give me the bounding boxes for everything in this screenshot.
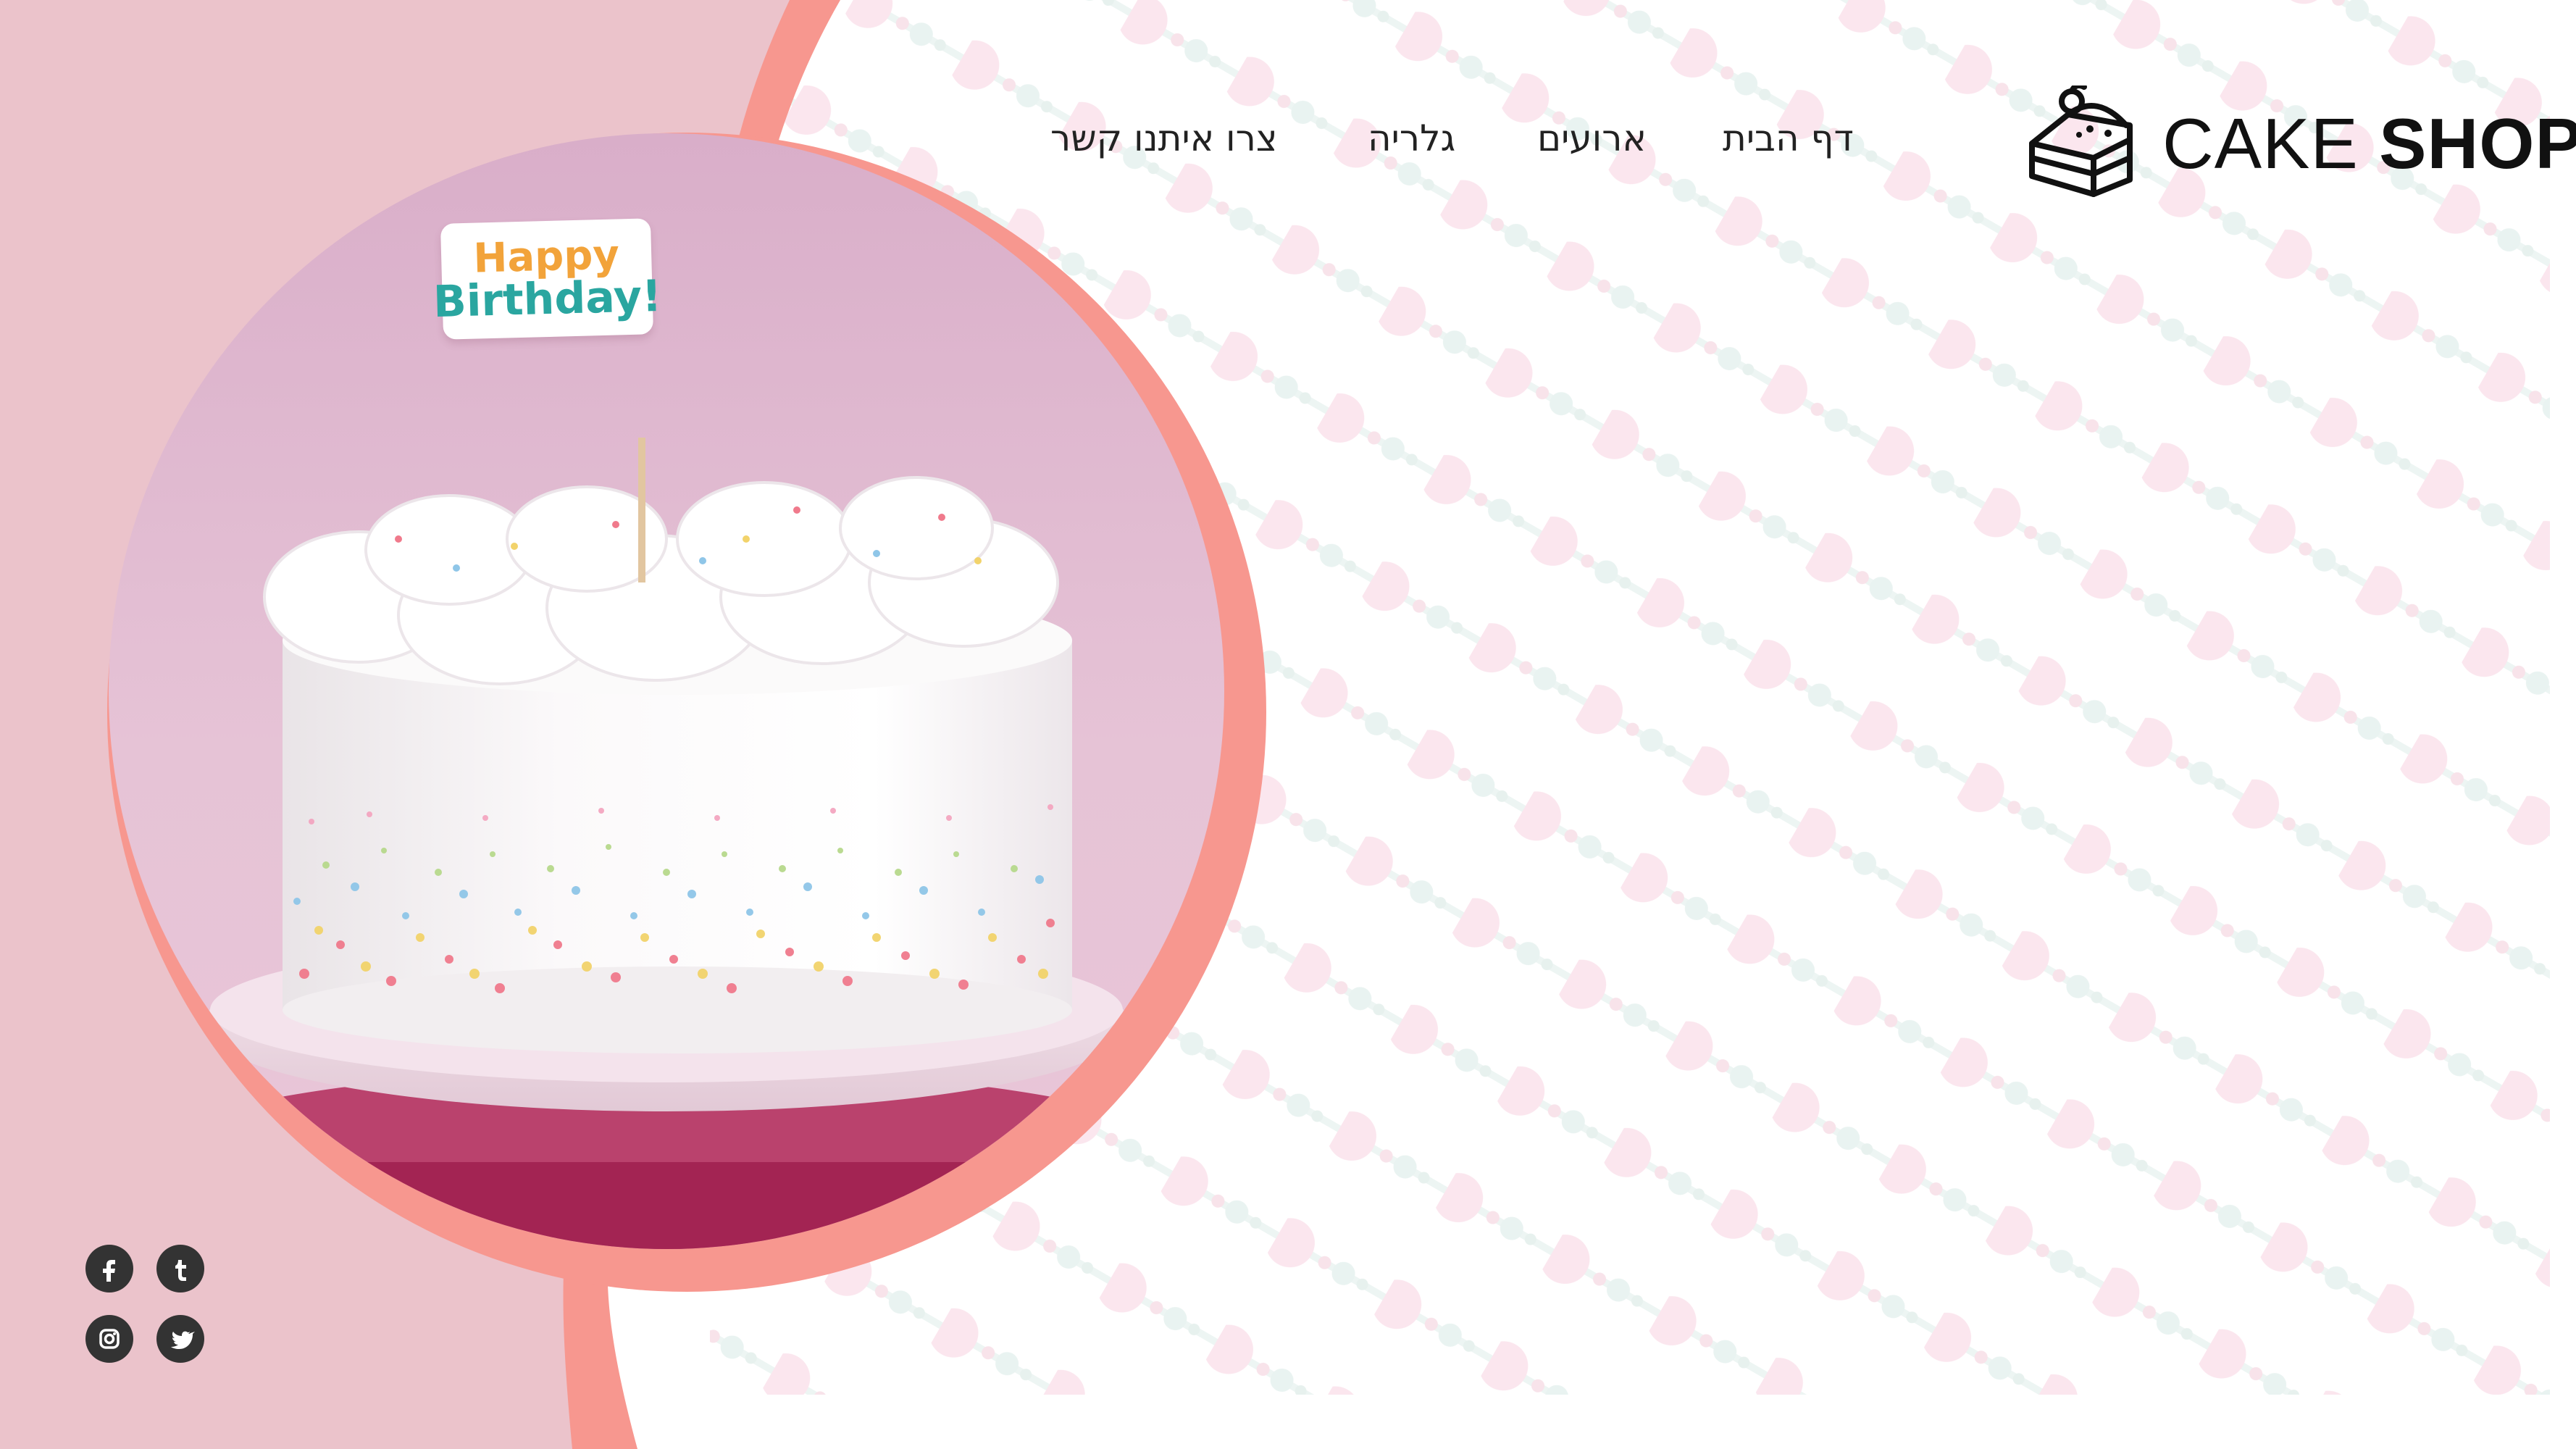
twitter-icon[interactable] <box>156 1315 204 1363</box>
birthday-topper: Happy Birthday! <box>432 218 662 340</box>
brand-name-bold: SHOP <box>2379 104 2576 183</box>
nav-item-home[interactable]: דף הבית <box>1723 117 1854 159</box>
cake-photo <box>109 133 1224 1249</box>
brand-logo-text[interactable]: CAKE SHOP <box>2162 103 2576 185</box>
topper-line2: Birthday! <box>432 270 663 328</box>
tumblr-icon[interactable] <box>156 1245 204 1293</box>
instagram-icon[interactable] <box>85 1315 133 1363</box>
brand-name-light: CAKE <box>2162 104 2359 183</box>
nav-item-events[interactable]: ארועים <box>1537 117 1647 159</box>
facebook-icon[interactable] <box>85 1245 133 1293</box>
cake-slice-icon[interactable] <box>2025 85 2141 201</box>
nav-item-gallery[interactable]: גלריה <box>1368 117 1455 159</box>
nav-item-contact[interactable]: צרו איתנו קשר <box>1050 117 1278 159</box>
